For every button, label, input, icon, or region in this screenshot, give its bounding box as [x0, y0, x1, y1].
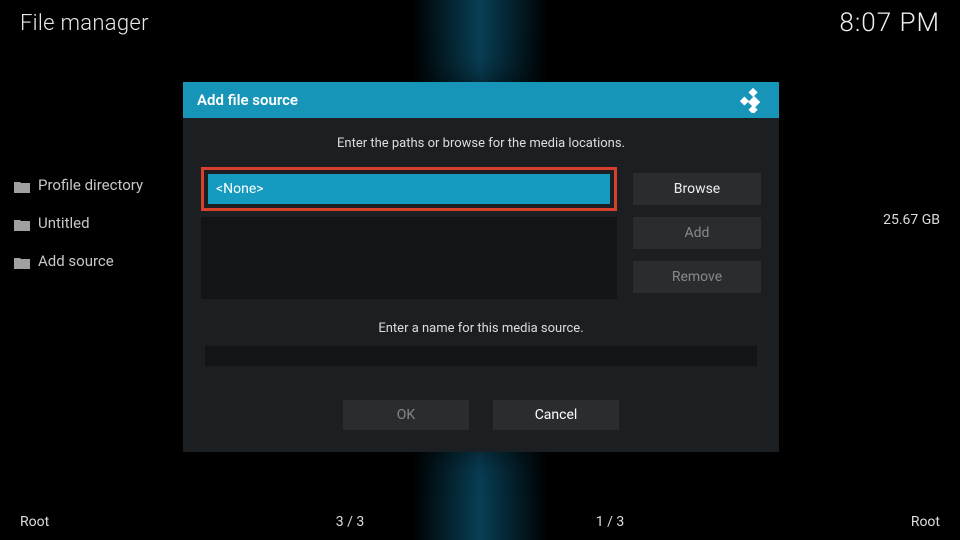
ok-button[interactable]: OK: [343, 400, 469, 430]
kodi-logo-icon: [739, 87, 765, 113]
sidebar-item-label: Add source: [38, 252, 114, 270]
path-left: Root: [20, 514, 280, 530]
instruction-paths: Enter the paths or browse for the media …: [201, 136, 761, 151]
cancel-button[interactable]: Cancel: [493, 400, 619, 430]
app-header: File manager 8:07 PM: [0, 0, 960, 46]
path-input[interactable]: <None>: [208, 174, 610, 204]
remove-button[interactable]: Remove: [633, 261, 761, 293]
folder-icon: [14, 255, 30, 267]
path-right: Root: [680, 514, 940, 530]
dialog-header: Add file source: [183, 82, 779, 118]
browse-button[interactable]: Browse: [633, 173, 761, 205]
disk-free-space: 25.67 GB: [883, 212, 940, 228]
sidebar-item-label: Profile directory: [38, 176, 143, 194]
instruction-name: Enter a name for this media source.: [201, 321, 761, 336]
page-title: File manager: [20, 11, 149, 36]
path-input-highlight: <None>: [201, 167, 617, 211]
clock: 8:07 PM: [839, 8, 940, 38]
folder-icon: [14, 179, 30, 191]
add-button[interactable]: Add: [633, 217, 761, 249]
source-name-input[interactable]: [205, 346, 757, 366]
status-bar: Root 3 / 3 1 / 3 Root: [0, 504, 960, 540]
add-file-source-dialog: Add file source Enter the paths or brows…: [183, 82, 779, 452]
sidebar-item-label: Untitled: [38, 214, 90, 232]
count-left: 3 / 3: [280, 514, 420, 530]
count-right: 1 / 3: [540, 514, 680, 530]
dialog-title: Add file source: [197, 91, 298, 109]
dialog-body: Enter the paths or browse for the media …: [183, 118, 779, 452]
path-list[interactable]: [201, 217, 617, 299]
folder-icon: [14, 217, 30, 229]
